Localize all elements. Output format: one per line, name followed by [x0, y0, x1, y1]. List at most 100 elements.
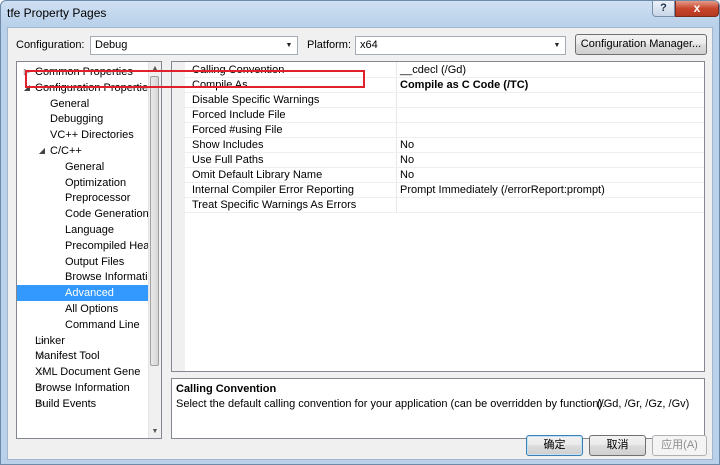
configuration-value: Debug	[95, 39, 128, 51]
scroll-up-icon[interactable]: ▲	[149, 62, 161, 75]
configuration-dropdown[interactable]: Debug ▼	[90, 36, 298, 55]
property-row[interactable]: Omit Default Library Name No	[185, 168, 704, 183]
tree-item[interactable]: VC++ Directories	[17, 127, 148, 143]
description-title: Calling Convention	[176, 383, 277, 395]
tree-item-label: Preprocessor	[65, 192, 131, 205]
tree-item[interactable]: Output Files	[17, 254, 148, 270]
tree-item-label: Common Properties	[35, 66, 133, 78]
property-value[interactable]: No	[400, 169, 414, 181]
grid-gutter	[172, 62, 185, 371]
property-value[interactable]: Prompt Immediately (/errorReport:prompt)	[400, 184, 605, 196]
tree-item[interactable]: ▷ Browse Information	[17, 380, 148, 396]
property-name: Calling Convention	[192, 64, 285, 76]
tree-item-label: Browse Informatio	[65, 271, 148, 284]
property-row[interactable]: Treat Specific Warnings As Errors	[185, 198, 704, 213]
tree-item-label: Manifest Tool	[35, 350, 100, 363]
property-name: Show Includes	[192, 139, 264, 151]
ok-button[interactable]: 确定	[526, 435, 583, 456]
tree-item[interactable]: Command Line	[17, 317, 148, 333]
tree-item-label: Code Generation	[65, 208, 148, 221]
description-panel: Calling Convention Select the default ca…	[171, 378, 705, 439]
chevron-down-icon: ▼	[553, 42, 561, 49]
platform-label: Platform:	[307, 39, 352, 51]
property-row[interactable]: Forced Include File	[185, 108, 704, 123]
configuration-label: Configuration:	[16, 39, 85, 51]
property-row[interactable]: Forced #using File	[185, 123, 704, 138]
tree-item[interactable]: ▷ XML Document Gene	[17, 364, 148, 380]
collapse-arrow-icon[interactable]: ◢	[37, 143, 47, 159]
property-row[interactable]: Compile As Compile as C Code (/TC)	[185, 78, 704, 93]
tree-item-label: C/C++	[50, 145, 82, 157]
tree-item[interactable]: Advanced	[17, 285, 148, 302]
description-text: Select the default calling convention fo…	[176, 398, 606, 410]
property-value[interactable]: __cdecl (/Gd)	[400, 64, 466, 76]
help-button[interactable]: ?	[652, 1, 675, 17]
tree-item-label: XML Document Gene	[35, 366, 141, 379]
tree-item[interactable]: All Options	[17, 301, 148, 317]
tree-item-label: Build Events	[35, 397, 97, 410]
tree-item[interactable]: ▷ Manifest Tool	[17, 348, 148, 364]
tree-item-label: Debugging	[50, 113, 104, 126]
property-name: Use Full Paths	[192, 154, 264, 166]
tree-item-label: Linker	[35, 334, 65, 347]
tree-item-label: Advanced	[65, 287, 114, 300]
property-row[interactable]: Internal Compiler Error Reporting Prompt …	[185, 183, 704, 198]
close-button[interactable]: x	[675, 1, 719, 17]
property-value[interactable]: No	[400, 139, 414, 151]
tree-item[interactable]: Debugging	[17, 111, 148, 127]
tree-item[interactable]: Preprocessor	[17, 190, 148, 206]
description-flags: (/Gd, /Gr, /Gz, /Gv)	[597, 398, 690, 410]
property-tree[interactable]: ▷ Common Properties ◢ Configuration Propert…	[16, 61, 162, 439]
configuration-manager-button[interactable]: Configuration Manager...	[575, 34, 707, 55]
property-grid: Calling Convention __cdecl (/Gd) Compile A…	[171, 61, 705, 372]
platform-value: x64	[360, 39, 378, 51]
property-row[interactable]: Use Full Paths No	[185, 153, 704, 168]
window-title: tfe Property Pages	[7, 6, 107, 20]
tree-item-label: Output Files	[65, 255, 125, 268]
property-name: Disable Specific Warnings	[192, 94, 320, 106]
tree-item-label: General	[65, 160, 105, 173]
property-row[interactable]: Disable Specific Warnings	[185, 93, 704, 108]
platform-dropdown[interactable]: x64 ▼	[355, 36, 566, 55]
cancel-button[interactable]: 取消	[589, 435, 646, 456]
tree-item[interactable]: Language	[17, 222, 148, 238]
tree-item[interactable]: Optimization	[17, 175, 148, 191]
tree-item[interactable]: ▷ Build Events	[17, 396, 148, 412]
title-bar[interactable]: tfe Property Pages ? x	[1, 1, 719, 25]
property-value[interactable]: Compile as C Code (/TC)	[400, 79, 528, 91]
help-icon: ?	[660, 2, 667, 14]
scroll-thumb[interactable]	[150, 76, 159, 366]
tree-item[interactable]: ◢ Configuration Properties	[17, 80, 148, 96]
scroll-down-icon[interactable]: ▼	[149, 425, 161, 438]
tree-item-label: Precompiled Heade	[65, 239, 148, 252]
property-row[interactable]: Show Includes No	[185, 138, 704, 153]
tree-item[interactable]: Browse Informatio	[17, 269, 148, 285]
property-name: Omit Default Library Name	[192, 169, 323, 181]
tree-item[interactable]: ◢ C/C++	[17, 143, 148, 159]
tree-item-label: VC++ Directories	[50, 129, 134, 142]
close-icon: x	[693, 1, 701, 15]
property-name: Forced Include File	[192, 109, 286, 121]
tree-item[interactable]: Precompiled Heade	[17, 238, 148, 254]
property-name: Internal Compiler Error Reporting	[192, 184, 355, 196]
tree-item[interactable]: Code Generation	[17, 206, 148, 222]
property-name: Compile As	[192, 79, 248, 91]
property-name: Treat Specific Warnings As Errors	[192, 199, 357, 211]
property-row[interactable]: Calling Convention __cdecl (/Gd)	[185, 63, 704, 78]
tree-scrollbar[interactable]: ▲ ▼	[148, 62, 161, 438]
property-value[interactable]: No	[400, 154, 414, 166]
tree-item[interactable]: ▷ Common Properties	[17, 64, 148, 80]
tree-item-label: General	[50, 97, 90, 110]
tree-item[interactable]: General	[17, 96, 148, 112]
apply-button[interactable]: 应用(A)	[652, 435, 707, 456]
property-name: Forced #using File	[192, 124, 283, 136]
property-pages-window: tfe Property Pages ? x Configuration: De…	[0, 0, 720, 465]
tree-item[interactable]: General	[17, 159, 148, 175]
tree-item[interactable]: ▷ Linker	[17, 333, 148, 349]
tree-item-label: Configuration Properties	[35, 81, 148, 94]
tree-item-label: Optimization	[65, 176, 127, 189]
tree-item-label: All Options	[65, 303, 119, 315]
collapse-arrow-icon[interactable]: ◢	[22, 80, 32, 96]
expand-arrow-icon[interactable]: ▷	[22, 64, 32, 80]
tree-item-label: Language	[65, 224, 114, 236]
